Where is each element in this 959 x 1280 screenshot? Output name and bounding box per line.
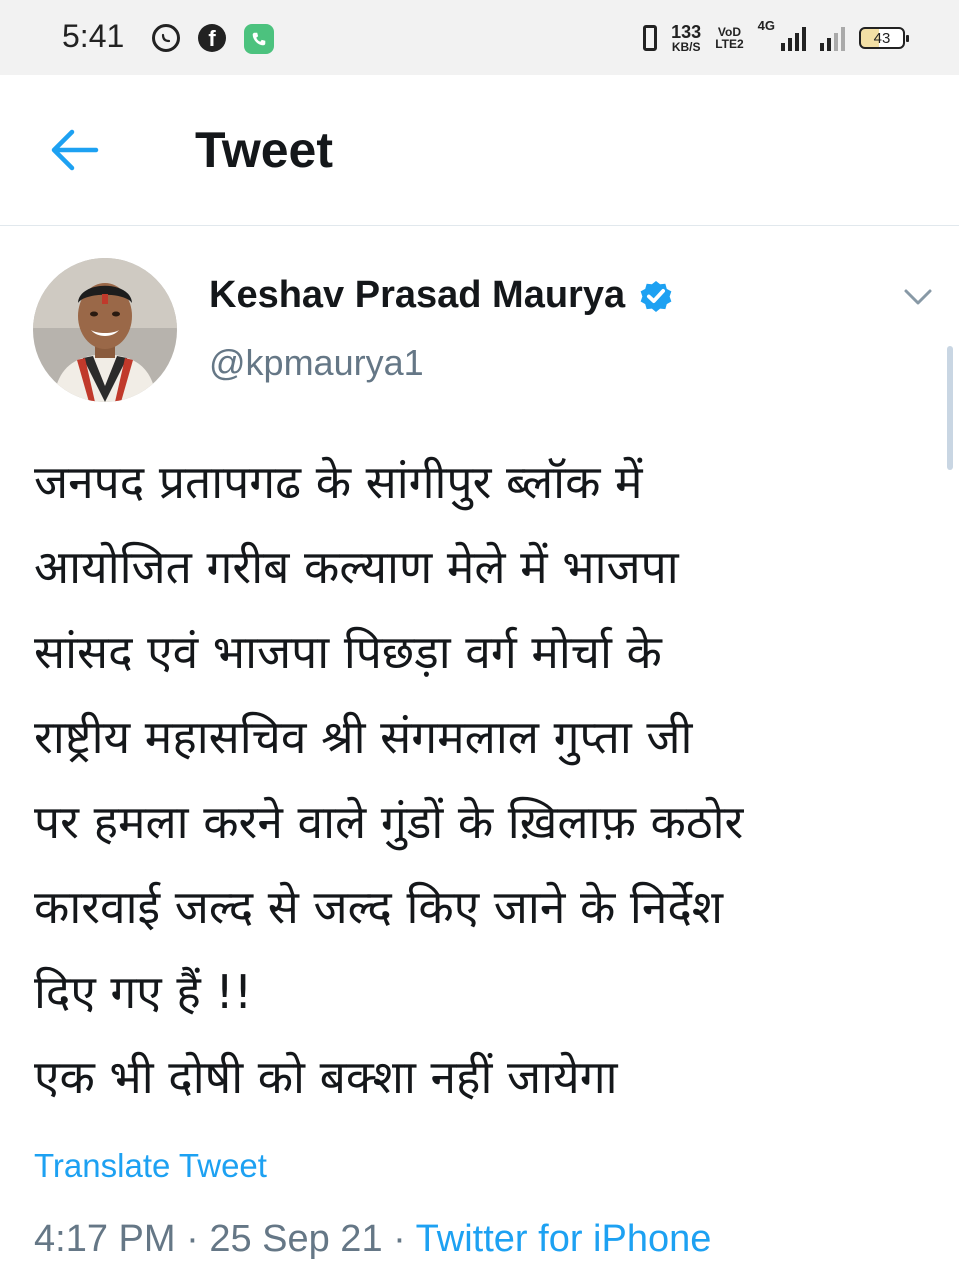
meta-separator: · (382, 1218, 416, 1260)
author-name-row[interactable]: Keshav Prasad Maurya (209, 274, 675, 317)
header: Tweet (0, 75, 959, 226)
network-speed-unit: KB/S (671, 40, 701, 54)
tweet-text-line: एक भी दोषी को बक्शा नहीं जायेगा (34, 1050, 618, 1104)
tweet-time: 4:17 PM (34, 1218, 176, 1260)
network-speed: 133 KB/S (671, 23, 701, 53)
network-type: 4G (757, 18, 775, 33)
avatar[interactable] (33, 258, 177, 402)
chevron-down-icon (904, 289, 932, 305)
tweet-text: जनपद प्रतापगढ के सांगीपुर ब्लॉक में आयोज… (34, 440, 934, 1120)
network-speed-value: 133 (671, 22, 702, 42)
volte-indicator: VoD LTE2 (715, 26, 743, 50)
tweet-date: 25 Sep 21 (209, 1218, 383, 1260)
vibrate-icon (643, 25, 658, 51)
tweet-text-line: कारवाई जल्द से जल्द किए जाने के निर्देश (34, 880, 724, 934)
status-right-group: 133 KB/S VoD LTE2 4G 43 (643, 18, 909, 58)
tweet-text-line: सांसद एवं भाजपा पिछड़ा वर्ग मोर्चा के (34, 625, 662, 679)
tweet-text-line: पर हमला करने वाले गुंडों के ख़िलाफ़ कठोर (34, 795, 744, 849)
whatsapp-icon (152, 24, 180, 52)
meta-separator: · (175, 1218, 210, 1260)
tweet-text-line: दिए गए हैं !! (34, 965, 253, 1019)
facebook-icon: f (198, 24, 226, 52)
verified-badge-icon (640, 280, 672, 312)
translate-tweet-link[interactable]: Translate Tweet (34, 1147, 267, 1185)
status-bar: 5:41 f 133 KB/S VoD LTE2 4G 43 (0, 0, 959, 75)
tweet-meta: 4:17 PM · 25 Sep 21 · Twitter for iPhone (34, 1218, 711, 1261)
tweet-text-line: आयोजित गरीब कल्याण मेले में भाजपा (34, 540, 679, 594)
battery-icon: 43 (859, 27, 909, 49)
signal-icon-sim2 (820, 25, 845, 51)
battery-level: 43 (873, 29, 891, 47)
signal-icon (781, 25, 806, 51)
volte-bottom: LTE2 (715, 37, 744, 51)
author-name[interactable]: Keshav Prasad Maurya (209, 274, 625, 317)
author-handle[interactable]: @kpmaurya1 (209, 342, 424, 384)
tweet-text-line: राष्ट्रीय महासचिव श्री संगमलाल गुप्ता जी (34, 710, 693, 764)
page-title: Tweet (195, 122, 333, 178)
status-time: 5:41 (62, 18, 125, 54)
tweet-text-line: जनपद प्रतापगढ के सांगीपुर ब्लॉक में (34, 455, 643, 509)
back-arrow-icon (51, 129, 99, 171)
tweet-options-button[interactable] (898, 282, 938, 312)
back-button[interactable] (48, 125, 102, 175)
tweet-source-link[interactable]: Twitter for iPhone (416, 1218, 712, 1260)
scrollbar[interactable] (947, 346, 953, 470)
phone-app-icon (244, 24, 274, 54)
